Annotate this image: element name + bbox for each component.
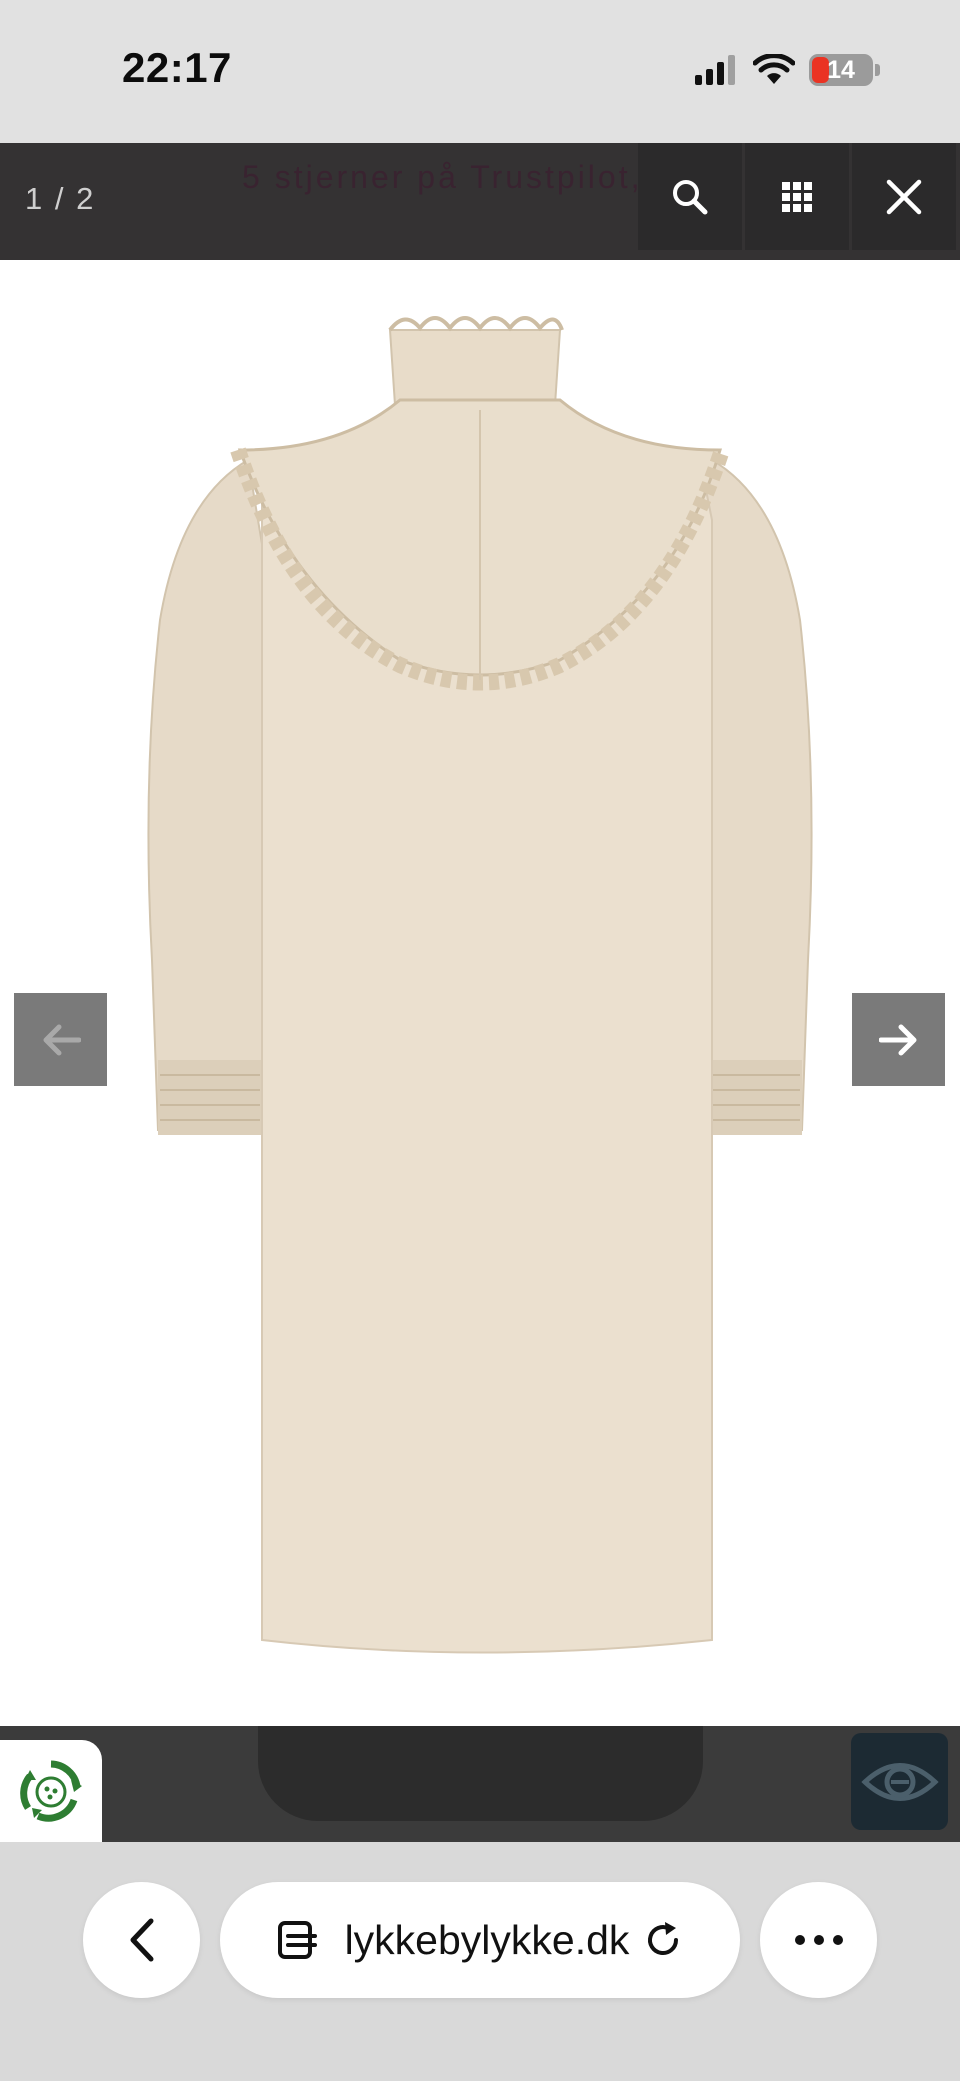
close-button[interactable] <box>852 143 956 250</box>
lightbox-footer <box>0 1726 960 1842</box>
status-bar: 22:17 14 <box>0 0 960 143</box>
search-icon <box>673 179 708 214</box>
eye-icon <box>860 1762 939 1801</box>
more-icon <box>794 1935 843 1945</box>
next-image-preview <box>258 1726 703 1821</box>
product-image <box>147 316 813 1654</box>
eco-badge-button[interactable] <box>0 1740 102 1842</box>
image-counter: 1 / 2 <box>25 181 96 216</box>
battery-icon: 14 <box>809 54 873 86</box>
next-image-button[interactable] <box>852 993 945 1086</box>
back-button[interactable] <box>83 1882 200 1998</box>
address-bar[interactable]: lykkebylykke.dk <box>220 1882 740 1998</box>
status-time: 22:17 <box>122 44 232 91</box>
back-icon <box>130 1918 153 1962</box>
tab-overview-icon <box>277 1921 317 1959</box>
grid-button[interactable] <box>745 143 849 250</box>
wifi-icon <box>753 54 795 84</box>
product-image-stage[interactable] <box>0 260 960 1726</box>
grid-icon <box>782 181 812 212</box>
browser-toolbar: lykkebylykke.dk <box>0 1842 960 2081</box>
url-text: lykkebylykke.dk <box>344 1916 630 1963</box>
cellular-signal-icon <box>695 55 735 85</box>
arrow-right-icon <box>878 1024 916 1055</box>
arrow-left-icon <box>43 1024 81 1055</box>
search-button[interactable] <box>638 143 742 250</box>
battery-level: 14 <box>827 55 855 84</box>
status-icons: 14 <box>695 52 880 88</box>
recycle-badge-icon <box>20 1760 82 1822</box>
more-button[interactable] <box>760 1882 877 1998</box>
reload-icon[interactable] <box>643 1920 683 1960</box>
accessibility-button[interactable] <box>851 1733 948 1830</box>
close-icon <box>886 179 922 214</box>
battery-nub <box>875 64 880 76</box>
lightbox-toolbar: 5 stjerner på Trustpilot, TAK! 1 / 2 <box>0 143 960 260</box>
previous-image-button[interactable] <box>14 993 107 1086</box>
